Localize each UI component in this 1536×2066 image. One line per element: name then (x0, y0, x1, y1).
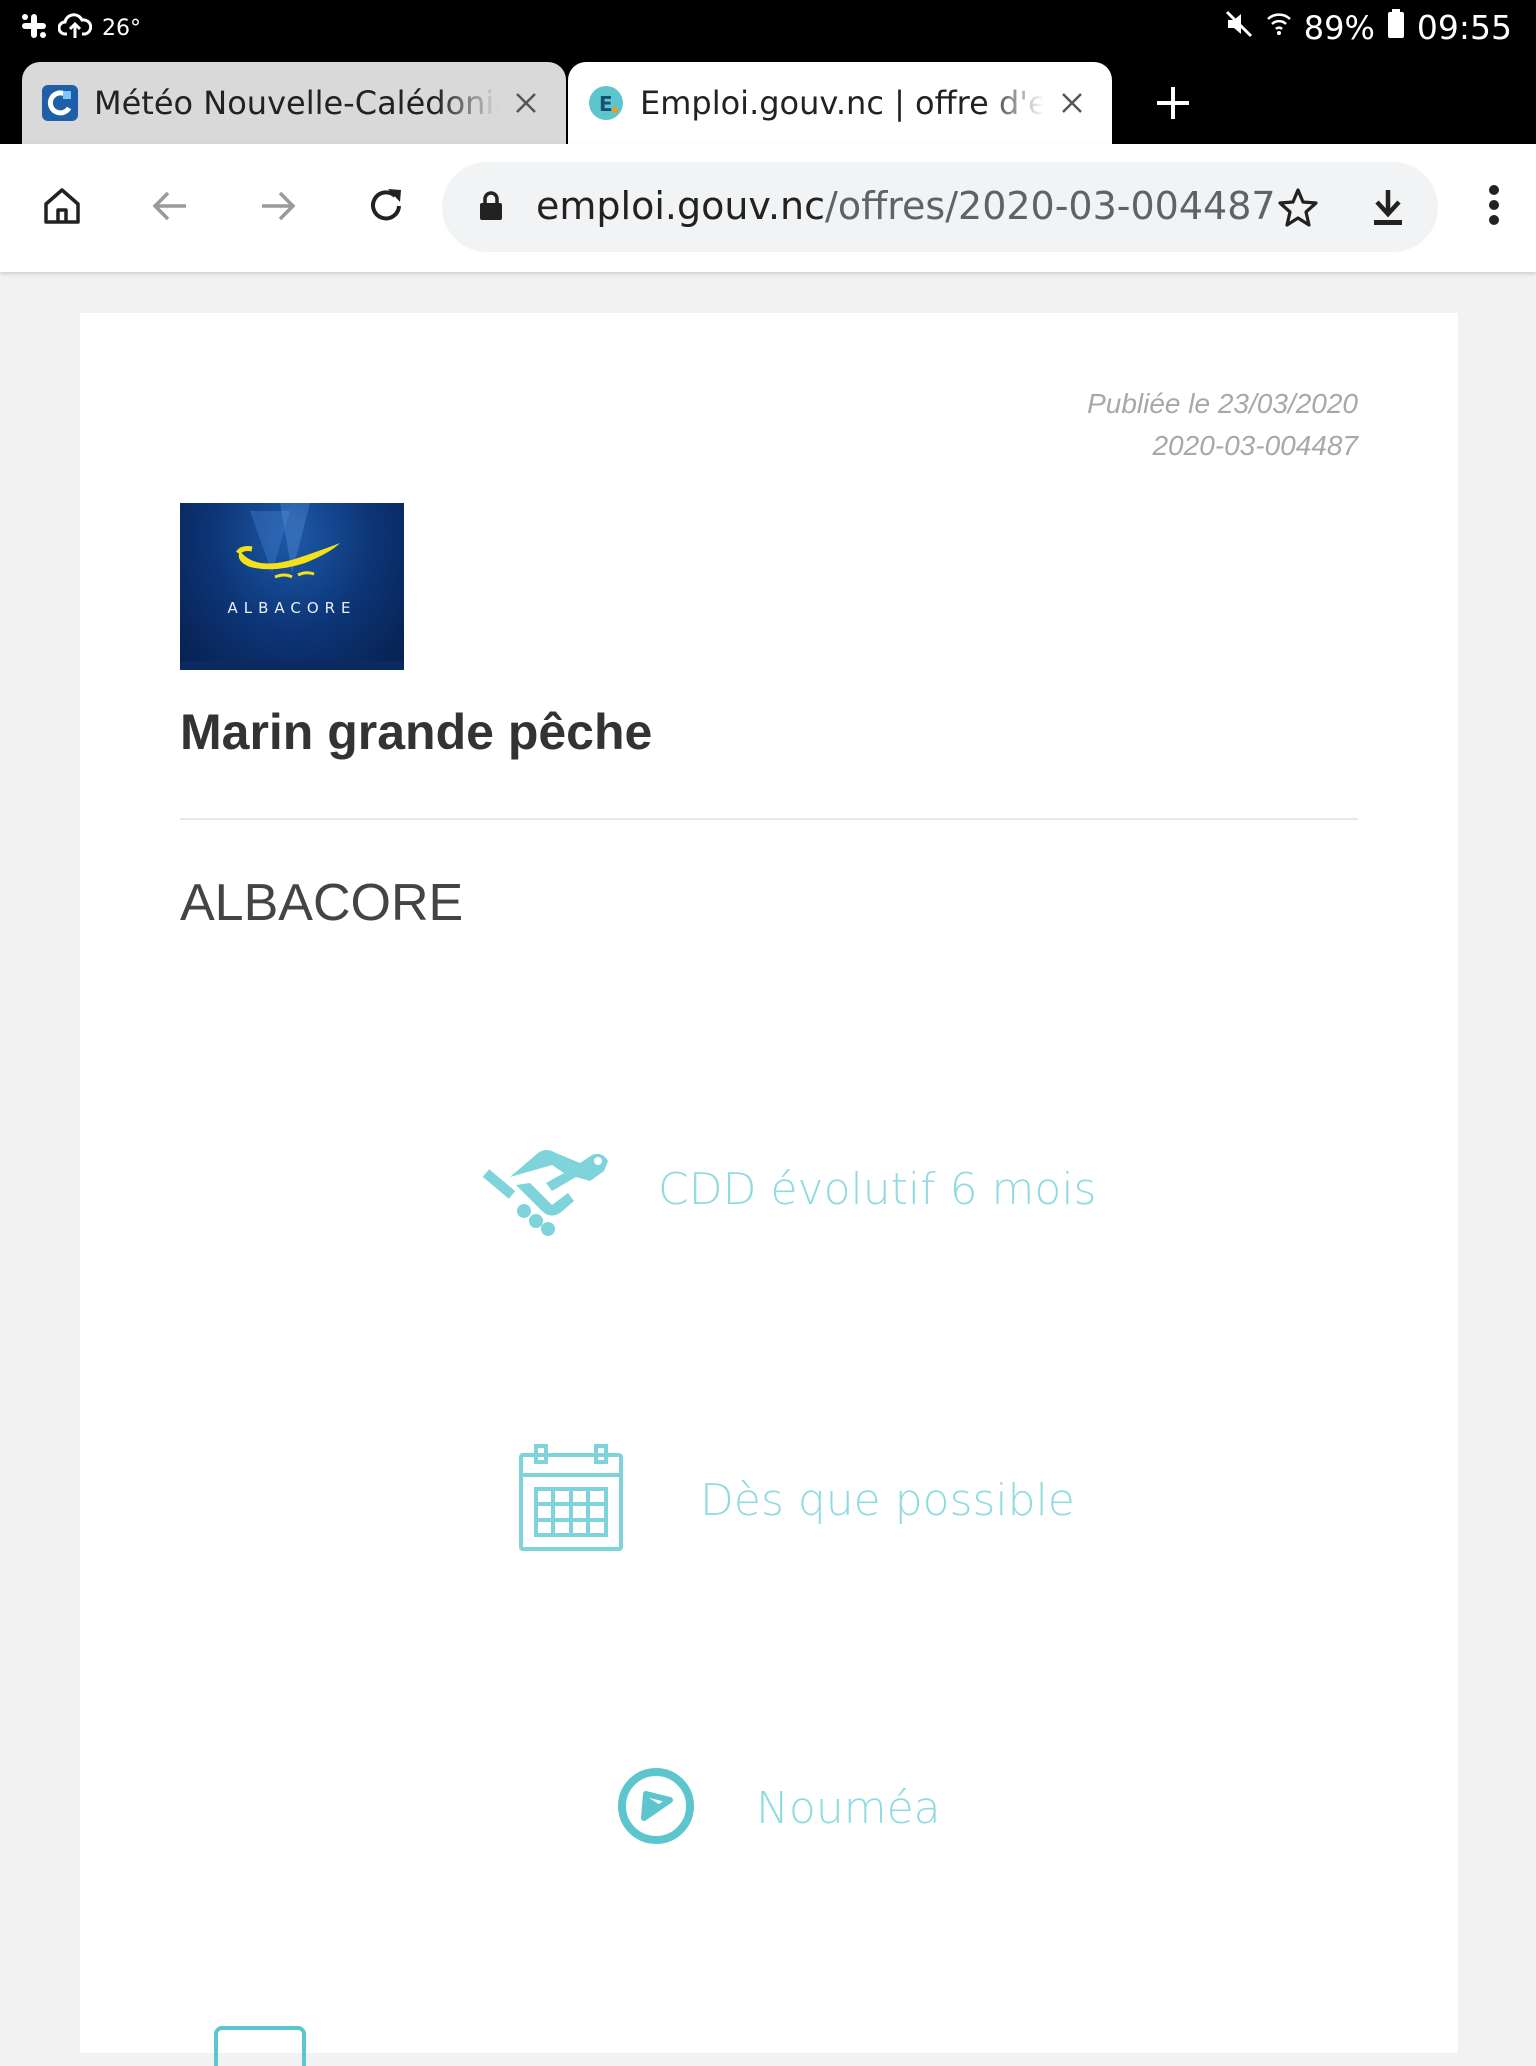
back-button[interactable] (140, 178, 200, 238)
published-date: Publiée le 23/03/2020 (1087, 388, 1358, 419)
start-date: Dès que possible (700, 1475, 1075, 1526)
offer-reference: 2020-03-004487 (1152, 430, 1358, 461)
slack-icon (20, 12, 48, 45)
tab-title: Emploi.gouv.nc | offre d'emploi (640, 84, 1044, 122)
temperature: 26° (102, 16, 141, 41)
tab-meteo[interactable]: Météo Nouvelle-Calédonie - (22, 62, 566, 144)
close-tab-icon[interactable] (1052, 83, 1092, 123)
job-title: Marin grande pêche (180, 704, 653, 760)
job-offer-card: Publiée le 23/03/2020 2020-03-004487 ALB… (80, 313, 1458, 2066)
forward-button[interactable] (248, 178, 308, 238)
handshake-icon (480, 1133, 610, 1246)
url-path: /offres/2020-03-004487 (825, 184, 1276, 228)
offer-meta: Publiée le 23/03/2020 2020-03-004487 (1087, 383, 1358, 467)
url-text[interactable]: emploi.gouv.nc/offres/2020-03-004487 (536, 184, 1276, 228)
battery-icon (1387, 8, 1405, 47)
location-icon (616, 1766, 696, 1851)
new-tab-button[interactable] (1148, 80, 1198, 130)
plus-icon (1155, 85, 1191, 126)
download-icon[interactable] (1366, 186, 1410, 235)
arrow-right-icon (256, 184, 300, 233)
home-icon (40, 184, 84, 233)
lock-icon (478, 190, 504, 227)
status-left: 26° (20, 12, 141, 45)
battery-percent: 89% (1303, 8, 1375, 47)
status-right: 89% 09:55 (1224, 8, 1512, 47)
location-row: Nouméa (616, 1766, 941, 1851)
logo-text: ALBACORE (227, 599, 357, 617)
mute-icon (1224, 9, 1254, 47)
emploi-favicon-icon: E (588, 85, 624, 121)
company-logo: ALBACORE (180, 503, 404, 670)
arrow-left-icon (148, 184, 192, 233)
meteo-favicon-icon (42, 85, 78, 121)
start-date-row: Dès que possible (518, 1443, 1075, 1558)
reload-button[interactable] (356, 178, 416, 238)
tab-title: Météo Nouvelle-Calédonie - (94, 84, 498, 122)
wifi-icon (1266, 9, 1292, 47)
svg-text:E: E (599, 92, 613, 116)
tab-strip: Météo Nouvelle-Calédonie - E Emploi.gouv… (0, 54, 1536, 144)
home-button[interactable] (32, 178, 92, 238)
cloud-upload-icon (57, 12, 93, 45)
overflow-menu-button[interactable] (1474, 174, 1514, 240)
tab-emploi[interactable]: E Emploi.gouv.nc | offre d'emploi (568, 62, 1112, 144)
status-bar: 26° 89% 09:55 (0, 0, 1536, 54)
contract-type: CDD évolutif 6 mois (658, 1164, 1097, 1215)
reload-icon (364, 184, 408, 233)
divider (180, 818, 1358, 820)
calendar-icon (518, 1443, 624, 1558)
contract-row: CDD évolutif 6 mois (480, 1133, 1096, 1246)
close-tab-icon[interactable] (506, 83, 546, 123)
url-host: emploi.gouv.nc (536, 184, 826, 228)
partial-icon (214, 2026, 306, 2066)
address-bar[interactable]: emploi.gouv.nc/offres/2020-03-004487 (442, 162, 1438, 252)
company-name: ALBACORE (180, 874, 464, 932)
more-vertical-icon (1487, 183, 1501, 232)
browser-toolbar: emploi.gouv.nc/offres/2020-03-004487 (0, 144, 1536, 272)
bookmark-star-icon[interactable] (1276, 186, 1320, 235)
location: Nouméa (756, 1783, 941, 1834)
clock: 09:55 (1416, 8, 1512, 47)
